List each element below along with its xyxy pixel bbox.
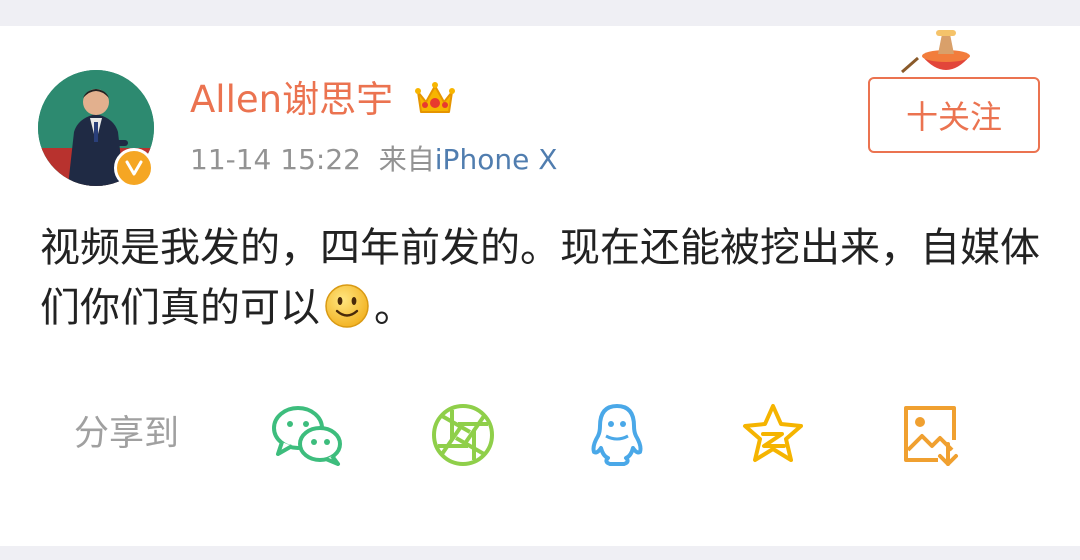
moments-icon[interactable]: [430, 402, 496, 472]
save-image-icon[interactable]: [900, 402, 962, 470]
qzone-icon[interactable]: [740, 402, 806, 470]
post-content: 视频是我发的，四年前发的。现在还能被挖出来，自媒体们你们真的可以 。: [40, 218, 1050, 338]
post-meta: 11-14 15:22 来自iPhone X: [190, 142, 557, 178]
verified-badge-icon: [114, 148, 154, 188]
follow-button[interactable]: 十关注: [868, 77, 1040, 153]
author-name[interactable]: Allen谢思宇: [190, 78, 393, 122]
weibo-post-card: Allen谢思宇 11-14 15:22 来自iPhone X 十关注 视频是我…: [0, 26, 1080, 546]
post-text: 视频是我发的，四年前发的。现在还能被挖出来，自媒体们你们真的可以: [40, 225, 1040, 331]
smile-emoji-icon: [324, 283, 370, 329]
post-timestamp: 11-14 15:22: [190, 143, 361, 176]
source-device-link[interactable]: iPhone X: [435, 143, 558, 176]
post-text-end: 。: [374, 285, 414, 331]
crown-icon: [414, 80, 456, 122]
qq-icon[interactable]: [588, 402, 646, 472]
share-to-label: 分享到: [74, 414, 180, 454]
wechat-icon[interactable]: [270, 402, 346, 470]
source-prefix: 来自: [378, 143, 435, 176]
